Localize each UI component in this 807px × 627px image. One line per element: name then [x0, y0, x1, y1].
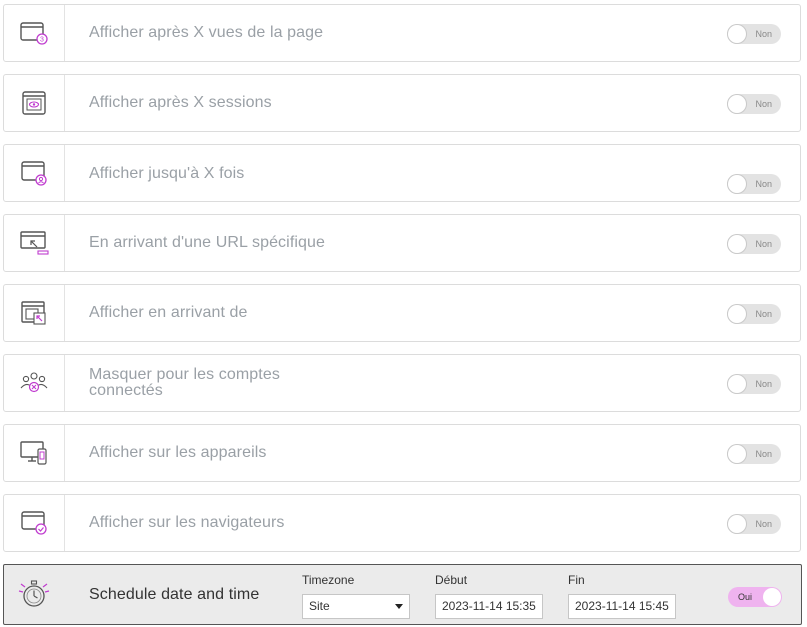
- start-datetime-input[interactable]: 2023-11-14 15:35: [435, 594, 543, 619]
- rule-label: Masquer pour les comptes connectés: [89, 355, 280, 411]
- toggle-text: Non: [755, 519, 772, 529]
- toggle-knob: [728, 445, 746, 463]
- toggle-text: Non: [755, 99, 772, 109]
- connected-accounts-icon: [4, 355, 65, 411]
- rule-sessions: Afficher après X sessions Non: [3, 74, 801, 132]
- specific-url-toggle[interactable]: Non: [727, 234, 781, 254]
- rule-label-line2: connectés: [89, 382, 163, 399]
- stopwatch-icon: [4, 565, 64, 624]
- start-label: Début: [435, 573, 468, 587]
- page-views-toggle[interactable]: Non: [727, 24, 781, 44]
- timezone-select[interactable]: Site: [302, 594, 410, 619]
- rule-label: Afficher sur les appareils: [89, 444, 267, 461]
- rule-label: En arrivant d'une URL spécifique: [89, 234, 326, 251]
- arriving-from-icon: [4, 285, 65, 341]
- end-datetime-input[interactable]: 2023-11-14 15:45: [568, 594, 676, 619]
- rule-specific-url: En arrivant d'une URL spécifique Non: [3, 214, 801, 272]
- rule-label-line1: Masquer pour les comptes: [89, 366, 280, 383]
- toggle-knob: [728, 235, 746, 253]
- browsers-icon: [4, 495, 65, 551]
- rule-label: Afficher après X vues de la page: [89, 24, 324, 41]
- sessions-eye-icon: [4, 75, 65, 131]
- toggle-text: Non: [755, 449, 772, 459]
- end-datetime-value: 2023-11-14 15:45: [575, 599, 669, 613]
- rule-label: Afficher sur les navigateurs: [89, 514, 285, 531]
- start-datetime-value: 2023-11-14 15:35: [442, 599, 536, 613]
- arriving-from-toggle[interactable]: Non: [727, 304, 781, 324]
- toggle-text: Non: [755, 379, 772, 389]
- max-times-toggle[interactable]: Non: [727, 174, 781, 194]
- toggle-text: Non: [755, 179, 772, 189]
- connected-accounts-toggle[interactable]: Non: [727, 374, 781, 394]
- toggle-knob: [728, 25, 746, 43]
- toggle-knob: [728, 375, 746, 393]
- rule-schedule: Schedule date and time Timezone Site Déb…: [3, 564, 802, 625]
- schedule-label: Schedule date and time: [89, 585, 260, 603]
- rule-page-views: 3 Afficher après X vues de la page Non: [3, 4, 801, 62]
- rule-arriving-from: Afficher en arrivant de Non: [3, 284, 801, 342]
- toggle-knob: [763, 588, 781, 606]
- toggle-text: Non: [755, 29, 772, 39]
- timezone-label: Timezone: [302, 573, 355, 587]
- toggle-knob: [728, 95, 746, 113]
- sessions-toggle[interactable]: Non: [727, 94, 781, 114]
- schedule-toggle[interactable]: Oui: [728, 587, 782, 607]
- rule-connected-accounts: Masquer pour les comptes connectés Non: [3, 354, 801, 412]
- toggle-text: Non: [755, 309, 772, 319]
- max-times-icon: [4, 145, 65, 201]
- toggle-text: Non: [755, 239, 772, 249]
- devices-toggle[interactable]: Non: [727, 444, 781, 464]
- timezone-value: Site: [309, 599, 330, 613]
- browsers-toggle[interactable]: Non: [727, 514, 781, 534]
- toggle-knob: [728, 515, 746, 533]
- devices-icon: [4, 425, 65, 481]
- toggle-knob: [728, 175, 746, 193]
- rule-label: Afficher après X sessions: [89, 94, 272, 111]
- rule-browsers: Afficher sur les navigateurs Non: [3, 494, 801, 552]
- chevron-down-icon: [395, 604, 403, 609]
- specific-url-icon: [4, 215, 65, 271]
- toggle-knob: [728, 305, 746, 323]
- rule-label: Afficher jusqu'à X fois: [89, 165, 245, 182]
- end-label: Fin: [568, 573, 585, 587]
- rule-max-times: Afficher jusqu'à X fois Non: [3, 144, 801, 202]
- toggle-text: Oui: [738, 592, 753, 602]
- page-views-icon: 3: [4, 5, 65, 61]
- rule-devices: Afficher sur les appareils Non: [3, 424, 801, 482]
- rule-label: Afficher en arrivant de: [89, 304, 248, 321]
- svg-text:3: 3: [40, 37, 44, 44]
